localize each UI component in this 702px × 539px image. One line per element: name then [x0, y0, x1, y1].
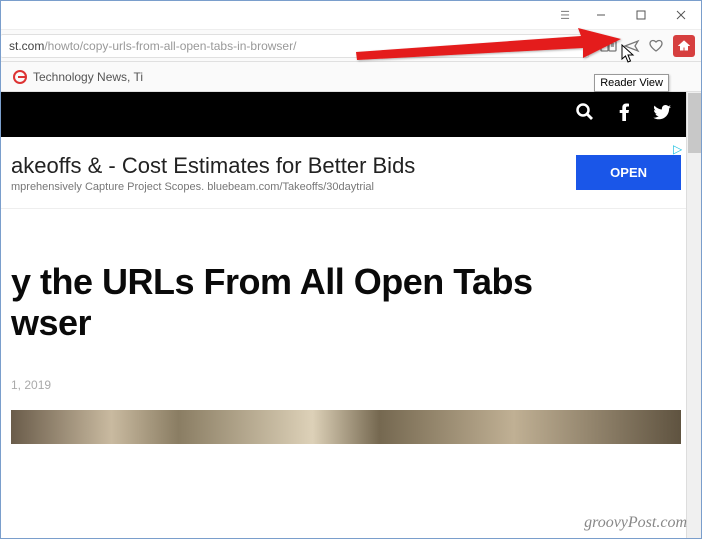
article-date: 1, 2019	[11, 378, 681, 392]
article-title: y the URLs From All Open Tabswser	[11, 261, 681, 344]
scrollbar-thumb[interactable]	[688, 93, 701, 153]
mouse-cursor	[621, 44, 639, 64]
facebook-icon[interactable]	[619, 103, 629, 126]
url-path: /howto/copy-urls-from-all-open-tabs-in-b…	[44, 39, 296, 53]
article-body: y the URLs From All Open Tabswser 1, 201…	[1, 221, 701, 444]
ad-open-button[interactable]: OPEN	[576, 155, 681, 190]
vertical-scrollbar[interactable]	[686, 92, 701, 538]
annotation-arrow	[351, 26, 631, 66]
bookmark-item[interactable]: Technology News, Ti	[33, 70, 143, 84]
ad-description: mprehensively Capture Project Scopes. bl…	[11, 181, 576, 193]
close-button[interactable]	[661, 1, 701, 30]
site-header	[1, 92, 701, 137]
ad-title: akeoffs & - Cost Estimates for Better Bi…	[11, 153, 576, 179]
search-icon[interactable]	[575, 102, 595, 127]
advertisement: ▷✕ akeoffs & - Cost Estimates for Better…	[1, 137, 701, 209]
watermark: groovyPost.com	[584, 514, 687, 532]
page-content: ▷✕ akeoffs & - Cost Estimates for Better…	[1, 92, 701, 538]
article-hero-image	[11, 410, 681, 444]
url-host: st.com	[9, 39, 44, 53]
twitter-icon[interactable]	[653, 105, 671, 125]
heart-icon[interactable]	[647, 37, 665, 55]
reader-view-tooltip: Reader View	[594, 74, 669, 92]
tray-icon: ☰	[560, 9, 571, 22]
home-button[interactable]	[673, 35, 695, 57]
bookmark-favicon	[13, 70, 27, 84]
